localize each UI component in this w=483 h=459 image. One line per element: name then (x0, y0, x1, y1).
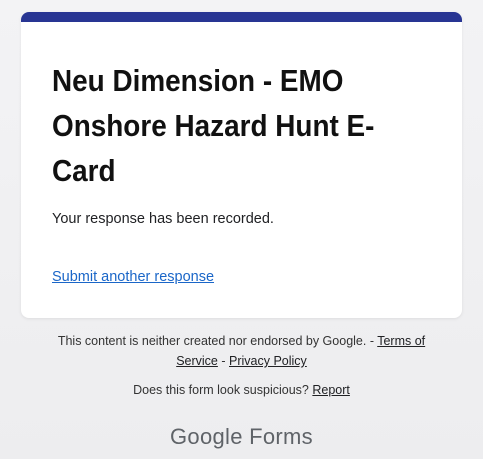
suspicious-form-notice: Does this form look suspicious? Report (0, 383, 483, 397)
form-title: Neu Dimension - EMO Onshore Hazard Hunt … (52, 63, 375, 188)
separator-text: - (221, 354, 226, 368)
page: Neu Dimension - EMO Onshore Hazard Hunt … (0, 0, 483, 459)
submit-another-response-link[interactable]: Submit another response (52, 269, 214, 285)
privacy-policy-link[interactable]: Privacy Policy (229, 354, 307, 368)
suspicious-question: Does this form look suspicious? (133, 383, 309, 397)
confirmation-message: Your response has been recorded. (52, 211, 274, 227)
disclaimer-text: This content is neither created nor endo… (57, 334, 374, 348)
footer-disclaimer: This content is neither created nor endo… (0, 331, 483, 371)
report-link[interactable]: Report (312, 383, 350, 397)
card-accent-bar (21, 12, 462, 22)
form-card: Neu Dimension - EMO Onshore Hazard Hunt … (21, 12, 462, 318)
google-forms-logo[interactable]: Google Forms (0, 424, 483, 450)
